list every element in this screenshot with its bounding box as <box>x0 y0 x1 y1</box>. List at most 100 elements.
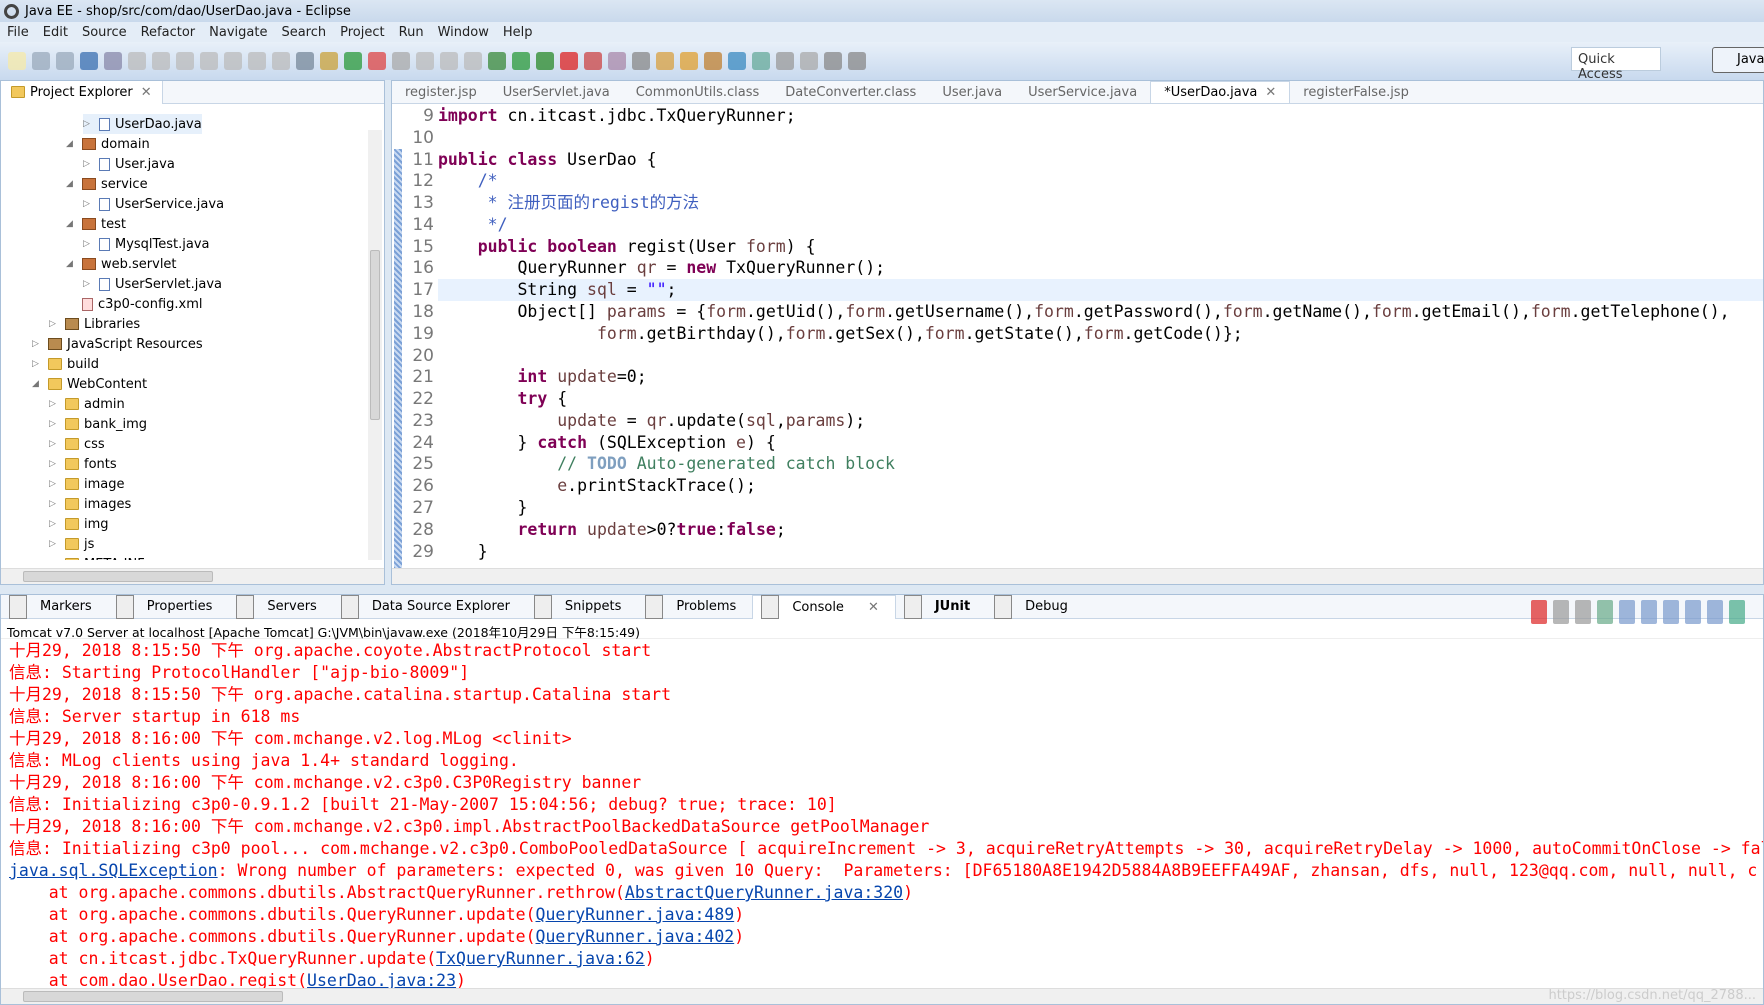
editor-tab[interactable]: User.java <box>929 85 1015 100</box>
tree-item[interactable]: ◢ web.servlet <box>66 254 177 274</box>
toolbar-button-icon[interactable] <box>728 52 746 70</box>
tree-item[interactable]: ▷ JavaScript Resources <box>32 334 203 354</box>
tab-data-source-explorer[interactable]: Data Source Explorer <box>333 594 526 619</box>
tree-item[interactable]: ▷ MysqlTest.java <box>83 234 210 254</box>
tree-item[interactable]: ▷ fonts <box>49 454 117 474</box>
console-toolbar-button-icon[interactable] <box>1597 600 1613 624</box>
toolbar-button-icon[interactable] <box>824 52 842 70</box>
closed-twisty-icon[interactable]: ▷ <box>49 419 59 429</box>
code-line[interactable]: String sql = ""; <box>438 279 676 301</box>
code-line[interactable]: form.getBirthday(),form.getSex(),form.ge… <box>438 323 1243 345</box>
toolbar-button-icon[interactable] <box>344 52 362 70</box>
tree-item[interactable]: ◢ service <box>66 174 148 194</box>
menu-navigate[interactable]: Navigate <box>202 25 274 40</box>
closed-twisty-icon[interactable]: ▷ <box>32 359 42 369</box>
tab-debug[interactable]: Debug <box>986 594 1084 619</box>
closed-twisty-icon[interactable]: ▷ <box>49 319 59 329</box>
toolbar-button-icon[interactable] <box>176 52 194 70</box>
toolbar-button-icon[interactable] <box>536 52 554 70</box>
tab-properties[interactable]: Properties <box>108 594 229 619</box>
tree-item[interactable]: ◢ WebContent <box>32 374 147 394</box>
code-line[interactable]: } <box>438 497 527 519</box>
toolbar-button-icon[interactable] <box>656 52 674 70</box>
code-line[interactable]: public boolean regist(User form) { <box>438 236 816 258</box>
toolbar-button-icon[interactable] <box>416 52 434 70</box>
toolbar-button-icon[interactable] <box>680 52 698 70</box>
code-line[interactable]: } <box>438 541 488 563</box>
tab-markers[interactable]: Markers <box>1 594 108 619</box>
close-icon[interactable]: ✕ <box>141 85 152 100</box>
console-toolbar-button-icon[interactable] <box>1531 600 1547 624</box>
tree-item[interactable]: ▷ images <box>49 494 131 514</box>
console-toolbar-button-icon[interactable] <box>1663 600 1679 624</box>
closed-twisty-icon[interactable]: ▷ <box>49 539 59 549</box>
vertical-scrollbar[interactable] <box>368 130 382 560</box>
menu-edit[interactable]: Edit <box>36 25 75 40</box>
code-line[interactable]: Object[] params = {form.getUid(),form.ge… <box>438 301 1729 323</box>
code-line[interactable]: e.printStackTrace(); <box>438 475 756 497</box>
toolbar-button-icon[interactable] <box>8 52 26 70</box>
close-icon[interactable]: ✕ <box>1257 85 1276 100</box>
toolbar-button-icon[interactable] <box>320 52 338 70</box>
toolbar-button-icon[interactable] <box>224 52 242 70</box>
console-toolbar-button-icon[interactable] <box>1553 600 1569 624</box>
toolbar-button-icon[interactable] <box>776 52 794 70</box>
java-perspective-button[interactable]: Java <box>1712 47 1764 73</box>
tree-item[interactable]: ▷ META-INF <box>49 554 145 560</box>
toolbar-button-icon[interactable] <box>848 52 866 70</box>
console-horizontal-scrollbar[interactable] <box>1 988 1763 1004</box>
console-toolbar-button-icon[interactable] <box>1685 600 1701 624</box>
editor-tab[interactable]: CommonUtils.class <box>623 85 773 100</box>
stack-trace-link[interactable]: QueryRunner.java:489 <box>536 905 735 924</box>
toolbar-button-icon[interactable] <box>272 52 290 70</box>
toolbar-button-icon[interactable] <box>440 52 458 70</box>
open-twisty-icon[interactable]: ◢ <box>66 179 76 189</box>
stack-trace-link[interactable]: TxQueryRunner.java:62 <box>436 949 645 968</box>
tree-item[interactable]: ▷ User.java <box>83 154 175 174</box>
tree-item[interactable]: ▷ bank_img <box>49 414 147 434</box>
toolbar-button-icon[interactable] <box>632 52 650 70</box>
menu-search[interactable]: Search <box>274 25 333 40</box>
code-line[interactable]: try { <box>438 388 567 410</box>
menu-run[interactable]: Run <box>392 25 431 40</box>
tree-item[interactable]: ▷ css <box>49 434 105 454</box>
toolbar-button-icon[interactable] <box>800 52 818 70</box>
console-toolbar-button-icon[interactable] <box>1641 600 1657 624</box>
code-line[interactable]: QueryRunner qr = new TxQueryRunner(); <box>438 257 885 279</box>
editor-tab[interactable]: UserService.java <box>1015 85 1150 100</box>
code-line[interactable]: import cn.itcast.jdbc.TxQueryRunner; <box>438 105 796 127</box>
toolbar-button-icon[interactable] <box>368 52 386 70</box>
toolbar-button-icon[interactable] <box>392 52 410 70</box>
tab-project-explorer[interactable]: Project Explorer ✕ <box>1 80 163 104</box>
tree-item[interactable]: c3p0-config.xml <box>66 294 203 314</box>
closed-twisty-icon[interactable]: ▷ <box>49 479 59 489</box>
toolbar-button-icon[interactable] <box>200 52 218 70</box>
console-output[interactable]: 十月29, 2018 8:15:50 下午 org.apache.coyote.… <box>1 639 1763 988</box>
editor-tab[interactable]: *UserDao.java ✕ <box>1150 81 1291 103</box>
toolbar-button-icon[interactable] <box>80 52 98 70</box>
tab-snippets[interactable]: Snippets <box>526 594 637 619</box>
stack-trace-link[interactable]: UserDao.java:23 <box>307 971 456 988</box>
tree-item[interactable]: ▷ Libraries <box>49 314 140 334</box>
closed-twisty-icon[interactable]: ▷ <box>49 499 59 509</box>
toolbar-button-icon[interactable] <box>512 52 530 70</box>
closed-twisty-icon[interactable]: ▷ <box>49 399 59 409</box>
open-twisty-icon[interactable]: ◢ <box>66 139 76 149</box>
tree-item[interactable]: ◢ test <box>66 214 126 234</box>
tab-servers[interactable]: Servers <box>228 594 332 619</box>
console-toolbar-button-icon[interactable] <box>1575 600 1591 624</box>
closed-twisty-icon[interactable]: ▷ <box>83 159 93 169</box>
tree-item[interactable]: ▷ build <box>32 354 99 374</box>
toolbar-button-icon[interactable] <box>248 52 266 70</box>
closed-twisty-icon[interactable]: ▷ <box>83 119 93 129</box>
toolbar-button-icon[interactable] <box>488 52 506 70</box>
closed-twisty-icon[interactable]: ▷ <box>49 519 59 529</box>
stack-trace-link[interactable]: AbstractQueryRunner.java:320 <box>625 883 903 902</box>
toolbar-button-icon[interactable] <box>128 52 146 70</box>
open-twisty-icon[interactable]: ◢ <box>32 379 42 389</box>
code-line[interactable]: } catch (SQLException e) { <box>438 432 775 454</box>
toolbar-button-icon[interactable] <box>56 52 74 70</box>
code-line[interactable]: * 注册页面的regist的方法 <box>438 192 699 214</box>
menu-source[interactable]: Source <box>75 25 134 40</box>
toolbar-button-icon[interactable] <box>752 52 770 70</box>
